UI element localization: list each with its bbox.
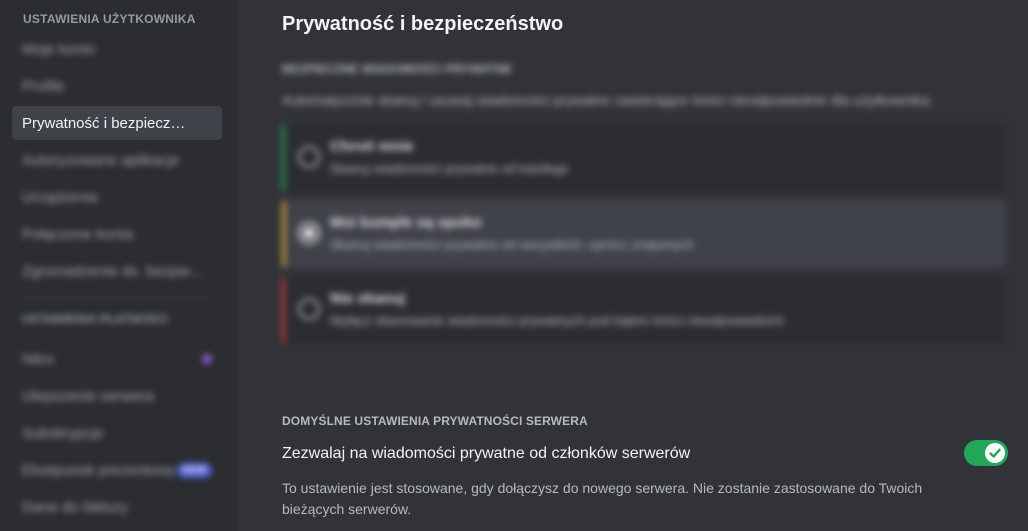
sidebar-item-label: Urządzenia — [22, 188, 98, 206]
option-title: Chroń mnie — [330, 138, 414, 155]
option-description: Wyłącz skanowanie wiadomości prywatnych … — [330, 313, 785, 328]
radio-option-do-not-scan[interactable]: Nie skanuj Wyłącz skanowanie wiadomości … — [282, 276, 1006, 344]
dm-filter-radio-group: Chroń mnie Skanuj wiadomości prywatne od… — [282, 124, 1006, 344]
option-title: Nie skanuj — [330, 290, 406, 307]
page-title: Prywatność i bezpieczeństwo — [282, 13, 564, 35]
new-badge: NEW — [176, 462, 212, 478]
option-description: Skanuj wiadomości prywatne od wszystkich… — [330, 237, 694, 252]
sidebar-item-nitro[interactable]: Nitro — [12, 342, 222, 376]
sidebar-item-privacy-safety[interactable]: Prywatność i bezpiecz… — [12, 106, 222, 140]
dm-filter-section: Bezpieczne wiadomości prywatne Automatyc… — [282, 62, 1008, 344]
checkmark-icon — [989, 448, 1001, 458]
sidebar-item-label: Nitro — [22, 350, 54, 368]
sidebar-item-safety-report[interactable]: Zgromadzenie ds. bezpieczeństwa — [12, 254, 222, 288]
settings-sidebar: Ustawienia użytkownika Moje konto Profil… — [0, 0, 238, 531]
sidebar-item-subscriptions[interactable]: Subskrypcje — [12, 416, 222, 450]
sidebar-header-billing: Ustawienia płatności — [22, 312, 168, 326]
sidebar-divider — [22, 297, 212, 298]
radio-icon — [298, 298, 320, 320]
sidebar-item-label: Subskrypcje — [22, 424, 104, 442]
app-window: Ustawienia użytkownika Moje konto Profil… — [0, 0, 1028, 531]
sidebar-item-server-boost[interactable]: Ulepszenie serwera — [12, 379, 222, 413]
toggle-knob — [985, 443, 1005, 463]
toggle-row: Zezwalaj na wiadomości prywatne od człon… — [282, 440, 1006, 468]
radio-selected-icon — [298, 222, 320, 244]
sidebar-item-label: Ulepszenie serwera — [22, 387, 154, 405]
option-title: Moi kumple są spoko — [330, 214, 482, 231]
section-description: Automatycznie skanuj i usuwaj wiadomości… — [282, 92, 934, 108]
sidebar-header: Ustawienia użytkownika — [23, 12, 196, 26]
nitro-icon — [202, 354, 212, 364]
allow-server-dms-toggle[interactable] — [964, 440, 1008, 466]
section-title: Domyślne ustawienia prywatności serwera — [282, 414, 588, 428]
sidebar-item-label: Prywatność i bezpiecz… — [22, 114, 186, 132]
sidebar-item-authorized-apps[interactable]: Autoryzowane aplikacje — [12, 143, 222, 177]
sidebar-item-label: Zgromadzenie ds. bezpieczeństwa — [22, 262, 212, 280]
option-color-bar — [282, 276, 285, 344]
radio-icon — [298, 146, 320, 168]
toggle-label: Zezwalaj na wiadomości prywatne od człon… — [282, 445, 691, 462]
sidebar-item-label: Dane do faktury — [22, 498, 128, 516]
option-description: Skanuj wiadomości prywatne od każdego — [330, 161, 569, 176]
option-color-bar — [282, 124, 285, 192]
radio-option-friends-are-nice[interactable]: Moi kumple są spoko Skanuj wiadomości pr… — [282, 200, 1006, 268]
sidebar-item-label: Profile — [22, 77, 65, 95]
sidebar-item-label: Ekwipunek prezentowy — [22, 461, 176, 479]
toggle-description: To ustawienie jest stosowane, gdy dołącz… — [282, 480, 923, 517]
sidebar-item-devices[interactable]: Urządzenia — [12, 180, 222, 214]
sidebar-item-billing[interactable]: Dane do faktury — [12, 490, 222, 524]
settings-content: Prywatność i bezpieczeństwo Bezpieczne w… — [238, 0, 1028, 531]
sidebar-item-my-account[interactable]: Moje konto — [12, 32, 222, 66]
sidebar-item-label: Połączone konta — [22, 225, 133, 243]
sidebar-item-profiles[interactable]: Profile — [12, 69, 222, 103]
section-title: Bezpieczne wiadomości prywatne — [282, 62, 513, 76]
server-privacy-section: Domyślne ustawienia prywatności serwera … — [282, 414, 1006, 520]
sidebar-item-gift-inventory[interactable]: Ekwipunek prezentowy NEW — [12, 453, 222, 487]
option-color-bar — [282, 200, 285, 268]
radio-option-keep-me-safe[interactable]: Chroń mnie Skanuj wiadomości prywatne od… — [282, 124, 1006, 192]
sidebar-item-label: Autoryzowane aplikacje — [22, 151, 180, 169]
sidebar-item-label: Moje konto — [22, 40, 96, 58]
sidebar-item-connections[interactable]: Połączone konta — [12, 217, 222, 251]
